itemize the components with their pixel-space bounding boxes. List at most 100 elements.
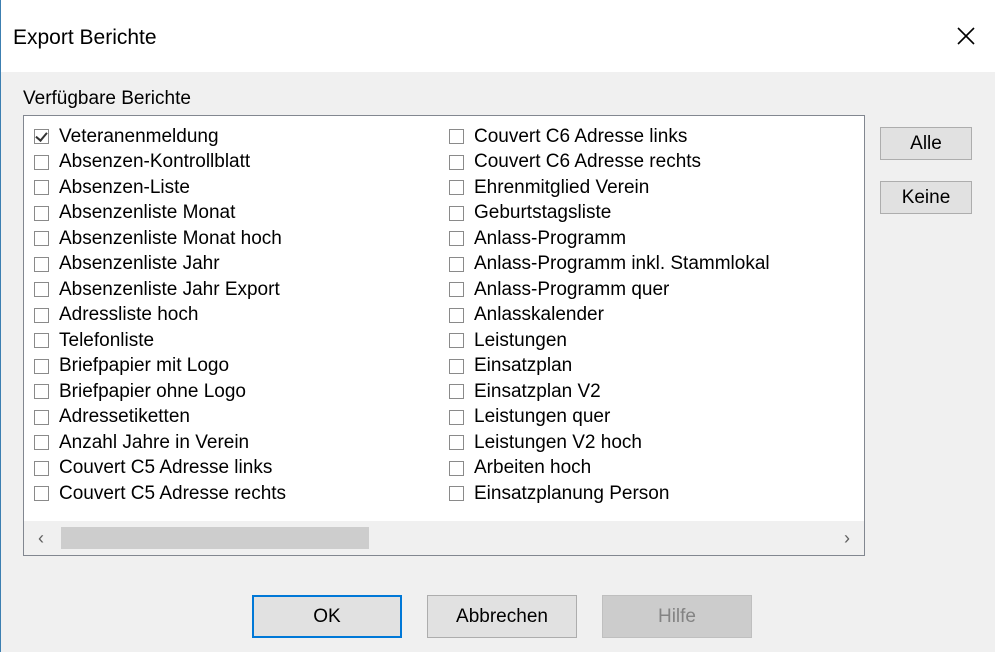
report-item[interactable]: Adressliste hoch (34, 303, 286, 329)
scroll-right-button[interactable]: › (830, 521, 864, 555)
checkbox[interactable] (449, 486, 464, 502)
report-item-label: Couvert C6 Adresse rechts (474, 151, 702, 173)
close-icon (957, 27, 975, 45)
report-item-label: Anlasskalender (474, 304, 604, 326)
report-item[interactable]: Absenzen-Kontrollblatt (34, 150, 286, 176)
checkbox[interactable] (449, 358, 464, 374)
report-item-label: Einsatzplanung Person (474, 482, 670, 504)
scroll-left-button[interactable]: ‹ (24, 521, 58, 555)
report-item[interactable]: Briefpapier mit Logo (34, 354, 286, 380)
ok-button[interactable]: OK (252, 595, 402, 638)
report-item[interactable]: Absenzen-Liste (34, 175, 286, 201)
checkbox[interactable] (449, 333, 464, 349)
report-item-label: Geburtstagsliste (474, 202, 612, 224)
report-item[interactable]: Anlass-Programm inkl. Stammlokal (449, 252, 770, 278)
report-item-label: Absenzenliste Jahr (59, 253, 220, 275)
select-all-button[interactable]: Alle (880, 127, 972, 160)
checkbox[interactable] (449, 129, 464, 145)
report-item[interactable]: Leistungen V2 hoch (449, 430, 770, 456)
report-item-label: Anlass-Programm inkl. Stammlokal (474, 253, 770, 275)
report-item-label: Adressetiketten (59, 406, 190, 428)
report-item-label: Leistungen (474, 329, 567, 351)
report-item-label: Briefpapier ohne Logo (59, 380, 246, 402)
report-item[interactable]: Absenzenliste Jahr (34, 252, 286, 278)
report-item[interactable]: Briefpapier ohne Logo (34, 379, 286, 405)
report-item-label: Briefpapier mit Logo (59, 355, 230, 377)
report-item-label: Couvert C5 Adresse links (59, 457, 273, 479)
report-item[interactable]: Anlass-Programm quer (449, 277, 770, 303)
checkbox[interactable] (34, 307, 49, 323)
reports-group-label: Verfügbare Berichte (23, 88, 191, 109)
checkbox[interactable] (34, 358, 49, 374)
scroll-thumb[interactable] (61, 527, 369, 549)
report-item-label: Anzahl Jahre in Verein (59, 431, 250, 453)
report-item-label: Couvert C5 Adresse rechts (59, 482, 287, 504)
checkbox[interactable] (449, 256, 464, 272)
cancel-button[interactable]: Abbrechen (427, 595, 577, 638)
report-item[interactable]: Absenzenliste Jahr Export (34, 277, 286, 303)
report-item[interactable]: Absenzenliste Monat hoch (34, 226, 286, 252)
checkbox[interactable] (34, 256, 49, 272)
report-item[interactable]: Absenzenliste Monat (34, 201, 286, 227)
report-item[interactable]: Ehrenmitglied Verein (449, 175, 770, 201)
reports-column-1: Veteranenmeldung Absenzen-Kontrollblatt Ab… (34, 124, 286, 507)
report-item-label: Einsatzplan (474, 355, 573, 377)
report-item[interactable]: Couvert C5 Adresse rechts (34, 481, 286, 507)
checkbox[interactable] (34, 282, 49, 298)
report-item-label: Leistungen quer (474, 406, 611, 428)
report-item-label: Adressliste hoch (59, 304, 199, 326)
horizontal-scrollbar[interactable]: ‹ › (24, 521, 864, 555)
report-item[interactable]: Couvert C6 Adresse rechts (449, 150, 770, 176)
checkbox[interactable] (34, 409, 49, 425)
report-item[interactable]: Einsatzplanung Person (449, 481, 770, 507)
help-button: Hilfe (602, 595, 752, 638)
report-item[interactable]: Einsatzplan (449, 354, 770, 380)
checkbox[interactable] (34, 205, 49, 221)
checkbox[interactable] (449, 384, 464, 400)
report-item[interactable]: Couvert C5 Adresse links (34, 456, 286, 482)
checkbox[interactable] (34, 231, 49, 247)
report-item[interactable]: Anlass-Programm (449, 226, 770, 252)
report-item[interactable]: Anlasskalender (449, 303, 770, 329)
report-item[interactable]: Leistungen (449, 328, 770, 354)
checkbox[interactable] (449, 460, 464, 476)
report-item-label: Absenzenliste Monat (59, 202, 236, 224)
checkbox[interactable] (449, 231, 464, 247)
checkbox[interactable] (449, 180, 464, 196)
checkbox[interactable] (34, 460, 49, 476)
report-item-label: Absenzenliste Jahr Export (59, 278, 280, 300)
report-item-label: Ehrenmitglied Verein (474, 176, 650, 198)
checkbox[interactable] (34, 384, 49, 400)
close-button[interactable] (943, 14, 989, 58)
checkbox[interactable] (34, 486, 49, 502)
checkbox[interactable] (449, 435, 464, 451)
reports-checklist[interactable]: Veteranenmeldung Absenzen-Kontrollblatt Ab… (23, 115, 865, 556)
report-item[interactable]: Arbeiten hoch (449, 456, 770, 482)
report-item[interactable]: Geburtstagsliste (449, 201, 770, 227)
report-item[interactable]: Couvert C6 Adresse links (449, 124, 770, 150)
checkbox[interactable] (449, 154, 464, 170)
checkbox[interactable] (34, 435, 49, 451)
report-item-label: Absenzenliste Monat hoch (59, 227, 282, 249)
checkbox-checked[interactable] (34, 129, 49, 145)
checkbox[interactable] (34, 154, 49, 170)
checkbox[interactable] (449, 205, 464, 221)
checkbox[interactable] (34, 333, 49, 349)
report-item[interactable]: Adressetiketten (34, 405, 286, 431)
checkbox[interactable] (449, 282, 464, 298)
report-item-label: Anlass-Programm quer (474, 278, 670, 300)
title-bar: Export Berichte (1, 0, 995, 72)
checkbox[interactable] (34, 180, 49, 196)
report-item[interactable]: Telefonliste (34, 328, 286, 354)
chevron-left-icon: ‹ (38, 527, 44, 548)
checkbox[interactable] (449, 307, 464, 323)
window-title: Export Berichte (13, 26, 157, 49)
checkbox[interactable] (449, 409, 464, 425)
report-item[interactable]: Leistungen quer (449, 405, 770, 431)
export-dialog: Export Berichte Verfügbare Berichte Vete… (0, 0, 995, 652)
report-item-label: Absenzen-Kontrollblatt (59, 151, 251, 173)
report-item[interactable]: Anzahl Jahre in Verein (34, 430, 286, 456)
report-item[interactable]: Einsatzplan V2 (449, 379, 770, 405)
report-item[interactable]: Veteranenmeldung (34, 124, 286, 150)
select-none-button[interactable]: Keine (880, 181, 972, 214)
